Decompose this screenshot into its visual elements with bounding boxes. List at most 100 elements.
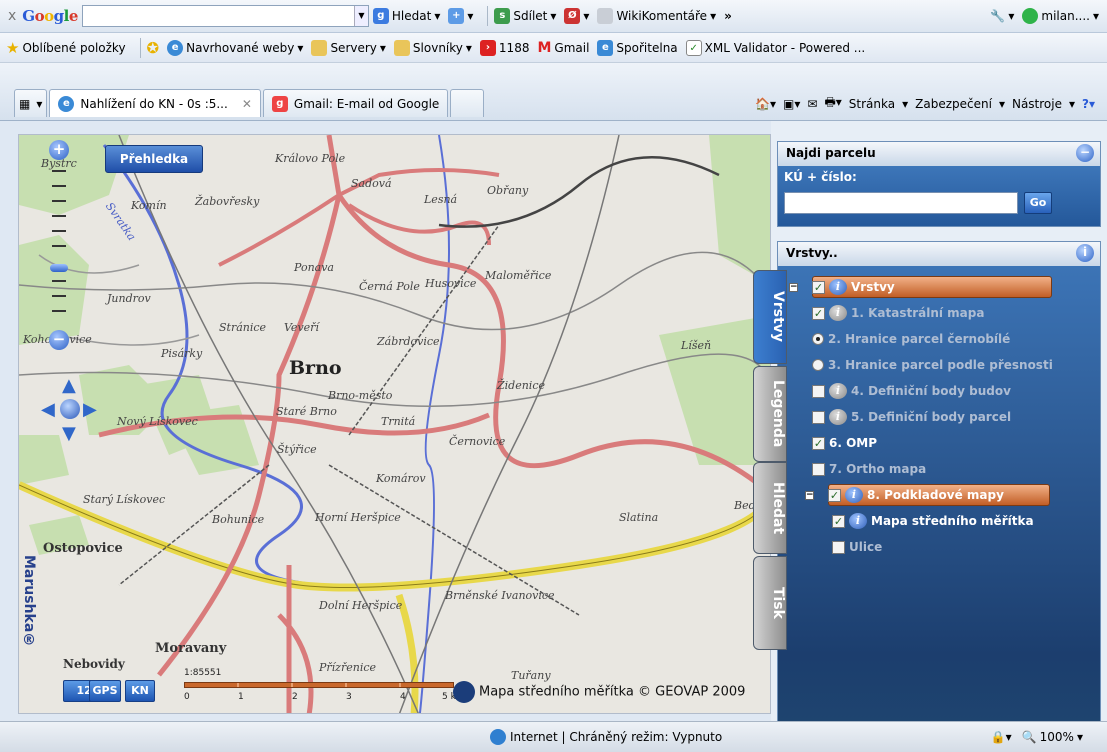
tab-legenda[interactable]: Legenda (753, 366, 787, 462)
layer-podkladove-mapy[interactable]: − ✓ i 8. Podkladové mapy (805, 484, 1050, 506)
label-sadova: Sadová (351, 177, 392, 190)
zoom-tick (52, 280, 66, 282)
google-search-input[interactable]: ▼ (81, 5, 369, 27)
chevron-down-icon[interactable]: ▼ (353, 6, 368, 26)
home-icon[interactable]: 🏠▾ (755, 97, 776, 111)
collapse-icon[interactable]: − (1076, 144, 1094, 162)
layer-ortho-mapa[interactable]: 7. Ortho mapa (812, 458, 926, 480)
folder-icon (393, 39, 410, 56)
hledat-button[interactable]: g Hledat ▾ (372, 8, 440, 24)
nastroje-menu[interactable]: Nástroje (1012, 97, 1062, 111)
print-icon[interactable]: 🖶▾ (824, 93, 841, 114)
zoom-in-icon[interactable]: + (49, 140, 69, 160)
user-button[interactable]: milan.... ▾ (1022, 8, 1099, 24)
favorites-bar: ★ Oblíbené položky ✪ e Navrhované weby ▾ Se… (0, 33, 1107, 63)
tab-vrstvy[interactable]: Vrstvy (753, 270, 787, 364)
checkbox[interactable] (812, 410, 825, 424)
quick-tabs-button[interactable]: ▦ ▾ (14, 89, 48, 117)
checkbox-checked[interactable]: ✓ (812, 280, 825, 294)
layer-def-body-budov[interactable]: i 4. Definiční body budov (812, 380, 1011, 402)
info-icon[interactable]: i (1076, 244, 1094, 262)
protected-mode-icon[interactable]: 🔒▾ (991, 730, 1012, 744)
label-novy-liskovec: Nový Lískovec (117, 415, 198, 428)
pan-right-icon[interactable]: ▶ (83, 399, 97, 420)
label-dolni-herspice: Dolní Heršpice (319, 599, 403, 612)
checkbox-checked[interactable]: ✓ (832, 514, 845, 528)
pan-left-icon[interactable]: ◀ (41, 399, 55, 420)
fav-navrhovane[interactable]: e Navrhované weby ▾ (167, 39, 303, 56)
zoom-level[interactable]: 🔍 100% ▾ (1022, 730, 1083, 744)
status-bar: Internet | Chráněný režim: Vypnuto 🔒▾ 🔍 1… (0, 721, 1107, 752)
tab-katastr[interactable]: e Nahlížení do KN - 0s :5... ✕ (49, 89, 261, 117)
help-icon[interactable]: ?▾ (1082, 97, 1095, 111)
radio[interactable] (812, 359, 824, 371)
prehledka-button[interactable]: Přehledka (105, 145, 203, 173)
fav-xml-validator[interactable]: ✓ XML Validator - Powered ... (685, 39, 865, 56)
zoom-thumb[interactable] (50, 264, 68, 272)
checkbox-checked[interactable]: ✓ (812, 306, 825, 320)
zoom-out-icon[interactable]: − (49, 330, 69, 350)
close-tab-icon[interactable]: ✕ (242, 97, 252, 111)
sdilet-button[interactable]: s Sdílet ▾ (494, 8, 556, 24)
map-copyright: Mapa středního měřítka © GEOVAP 2009 (453, 681, 745, 703)
layer-vrstvy[interactable]: − ✓ i Vrstvy (789, 276, 1052, 298)
layer-def-body-parcel[interactable]: i 5. Definiční body parcel (812, 406, 1011, 428)
pan-up-icon[interactable]: ▲ (62, 375, 76, 396)
layer-hranice-cernobile[interactable]: 2. Hranice parcel černobílé (812, 328, 1010, 350)
vrstvy-panel: Vrstvy.. i Vrstvy Legenda Hledat Tisk − ✓… (753, 241, 1101, 725)
layer-mapa-stredniho-meritka[interactable]: ✓ i Mapa středního měřítka (832, 510, 1034, 532)
collapse-tree-icon[interactable]: − (805, 490, 814, 500)
translate-button[interactable]: Ø ▾ (564, 8, 589, 24)
ku-input[interactable] (784, 192, 1018, 214)
wrench-button[interactable]: 🔧 ▾ (990, 9, 1014, 23)
layer-hranice-presnosti[interactable]: 3. Hranice parcel podle přesnosti (812, 354, 1053, 376)
collapse-tree-icon[interactable]: − (789, 282, 798, 292)
label-trnita: Trnitá (381, 415, 416, 428)
translate-icon: Ø (564, 8, 581, 24)
plus-button[interactable]: + ▾ (448, 8, 473, 24)
label-lisen: Líšeň (681, 339, 712, 352)
label-brno: Brno (289, 357, 342, 379)
label-zidenice: Židenice (497, 379, 545, 392)
zoom-tick (52, 245, 66, 247)
close-toolbar-icon[interactable]: x (8, 8, 16, 24)
add-favorite-button[interactable]: ✪ (147, 39, 160, 57)
radio-selected[interactable] (812, 333, 824, 345)
more-button[interactable]: » (724, 9, 732, 23)
fav-slovniky[interactable]: Slovníky ▾ (393, 39, 472, 56)
checkbox-checked[interactable]: ✓ (828, 488, 841, 502)
fav-servery[interactable]: Servery ▾ (311, 39, 386, 56)
zabezpeceni-menu[interactable]: Zabezpečení (915, 97, 992, 111)
fav-gmail[interactable]: M Gmail (537, 40, 589, 56)
pan-down-icon[interactable]: ▼ (62, 423, 76, 444)
checkbox-checked[interactable]: ✓ (812, 436, 825, 450)
stranka-menu[interactable]: Stránka (849, 97, 895, 111)
mail-icon[interactable]: ✉ (807, 97, 817, 111)
gps-button[interactable]: GPS (89, 680, 121, 702)
zoom-slider[interactable]: + − (47, 140, 71, 350)
kn-button[interactable]: KN (125, 680, 155, 702)
rss-icon[interactable]: ▣▾ (783, 97, 800, 111)
tab-hledat[interactable]: Hledat (753, 462, 787, 554)
wiki-button[interactable]: WikiKomentáře ▾ (597, 8, 716, 24)
layer-omp[interactable]: ✓ 6. OMP (812, 432, 877, 454)
go-button[interactable]: Go (1024, 192, 1052, 214)
tab-tisk[interactable]: Tisk (753, 556, 787, 650)
security-zone[interactable]: Internet | Chráněný režim: Vypnuto (490, 729, 722, 745)
layer-katastralni-mapa[interactable]: ✓ i 1. Katastrální mapa (812, 302, 984, 324)
checkbox[interactable] (832, 540, 845, 554)
tab-bar: ▦ ▾ e Nahlížení do KN - 0s :5... ✕ g Gmail: … (0, 63, 1107, 121)
tab-gmail[interactable]: g Gmail: E-mail od Google (262, 89, 449, 117)
zoom-tick (52, 215, 66, 217)
label-zabrdovice: Zábrdovice (377, 335, 440, 348)
checkbox[interactable] (812, 384, 825, 398)
favorites-button[interactable]: ★ Oblíbené položky (6, 39, 126, 57)
fav-sporitelna[interactable]: e Spořitelna (597, 39, 678, 56)
fav-1188[interactable]: › 1188 (479, 39, 529, 56)
label-horni-herspice: Horní Heršpice (315, 511, 401, 524)
map-canvas[interactable]: Bystrc Královo Pole Sadová Obřany Lesná … (18, 134, 771, 714)
checkbox[interactable] (812, 462, 825, 476)
layer-ulice[interactable]: Ulice (832, 536, 882, 558)
new-tab-button[interactable] (450, 89, 485, 117)
pan-center-icon[interactable] (60, 399, 80, 419)
